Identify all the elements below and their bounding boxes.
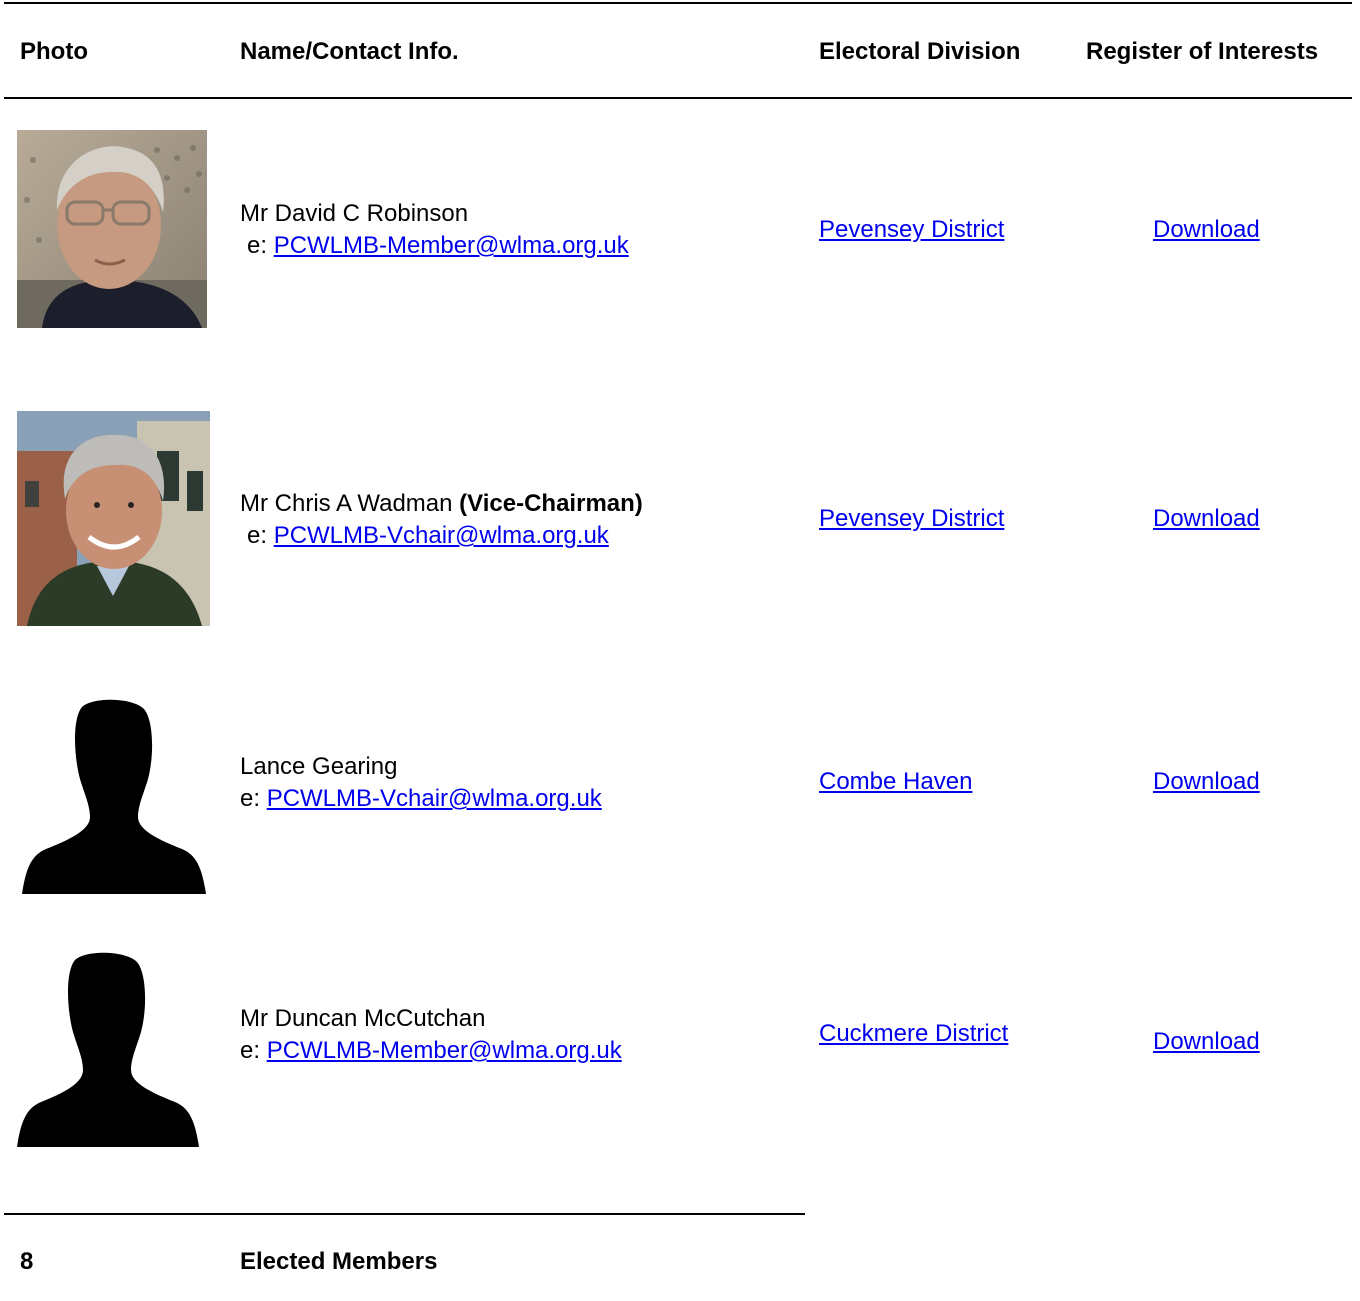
header-register-of-interests: Register of Interests <box>1086 38 1319 65</box>
division-link-gearing[interactable]: Combe Haven <box>819 768 972 796</box>
member-photo-robinson <box>17 130 207 328</box>
member-info-robinson: Mr David C Robinson e: PCWLMB-Member@wlm… <box>240 198 629 262</box>
member-email-link[interactable]: PCWLMB-Member@wlma.org.uk <box>274 232 629 259</box>
register-download-gearing[interactable]: Download <box>1153 768 1260 796</box>
member-photo-wadman <box>17 411 210 626</box>
member-name: Mr David C Robinson <box>240 200 469 227</box>
member-email-line: e: PCWLMB-Vchair@wlma.org.uk <box>247 522 609 549</box>
member-email-link[interactable]: PCWLMB-Vchair@wlma.org.uk <box>274 522 609 549</box>
table-top-rule <box>4 2 1352 4</box>
member-info-mccutchan: Mr Duncan McCutchan e: PCWLMB-Member@wlm… <box>240 1003 622 1067</box>
register-download-robinson[interactable]: Download <box>1153 216 1260 244</box>
register-download-mccutchan[interactable]: Download <box>1153 1028 1260 1056</box>
silhouette-icon <box>17 950 199 1147</box>
member-info-wadman: Mr Chris A Wadman (Vice-Chairman) e: PCW… <box>240 488 643 552</box>
header-bottom-rule <box>4 97 1352 99</box>
member-email-line: e: PCWLMB-Vchair@wlma.org.uk <box>240 785 602 812</box>
silhouette-icon <box>22 697 206 894</box>
member-name: Lance Gearing <box>240 753 398 780</box>
header-photo: Photo <box>20 38 88 65</box>
division-link-wadman[interactable]: Pevensey District <box>819 505 1004 533</box>
header-electoral-division: Electoral Division <box>819 38 1021 65</box>
member-name: Mr Chris A Wadman (Vice-Chairman) <box>240 490 643 517</box>
member-email-line: e: PCWLMB-Member@wlma.org.uk <box>240 1037 622 1064</box>
member-email-line: e: PCWLMB-Member@wlma.org.uk <box>247 232 629 259</box>
division-link-robinson[interactable]: Pevensey District <box>819 216 1004 244</box>
member-name: Mr Duncan McCutchan <box>240 1005 486 1032</box>
member-count: 8 <box>20 1248 34 1275</box>
footer-rule <box>4 1213 805 1215</box>
member-role: (Vice-Chairman) <box>459 490 643 517</box>
member-info-gearing: Lance Gearing e: PCWLMB-Vchair@wlma.org.… <box>240 751 602 815</box>
header-name-contact: Name/Contact Info. <box>240 38 459 65</box>
register-download-wadman[interactable]: Download <box>1153 505 1260 533</box>
member-email-link[interactable]: PCWLMB-Member@wlma.org.uk <box>267 1037 622 1064</box>
member-email-link[interactable]: PCWLMB-Vchair@wlma.org.uk <box>267 785 602 812</box>
division-link-mccutchan[interactable]: Cuckmere District <box>819 1020 1008 1048</box>
footer-label: Elected Members <box>240 1248 438 1275</box>
